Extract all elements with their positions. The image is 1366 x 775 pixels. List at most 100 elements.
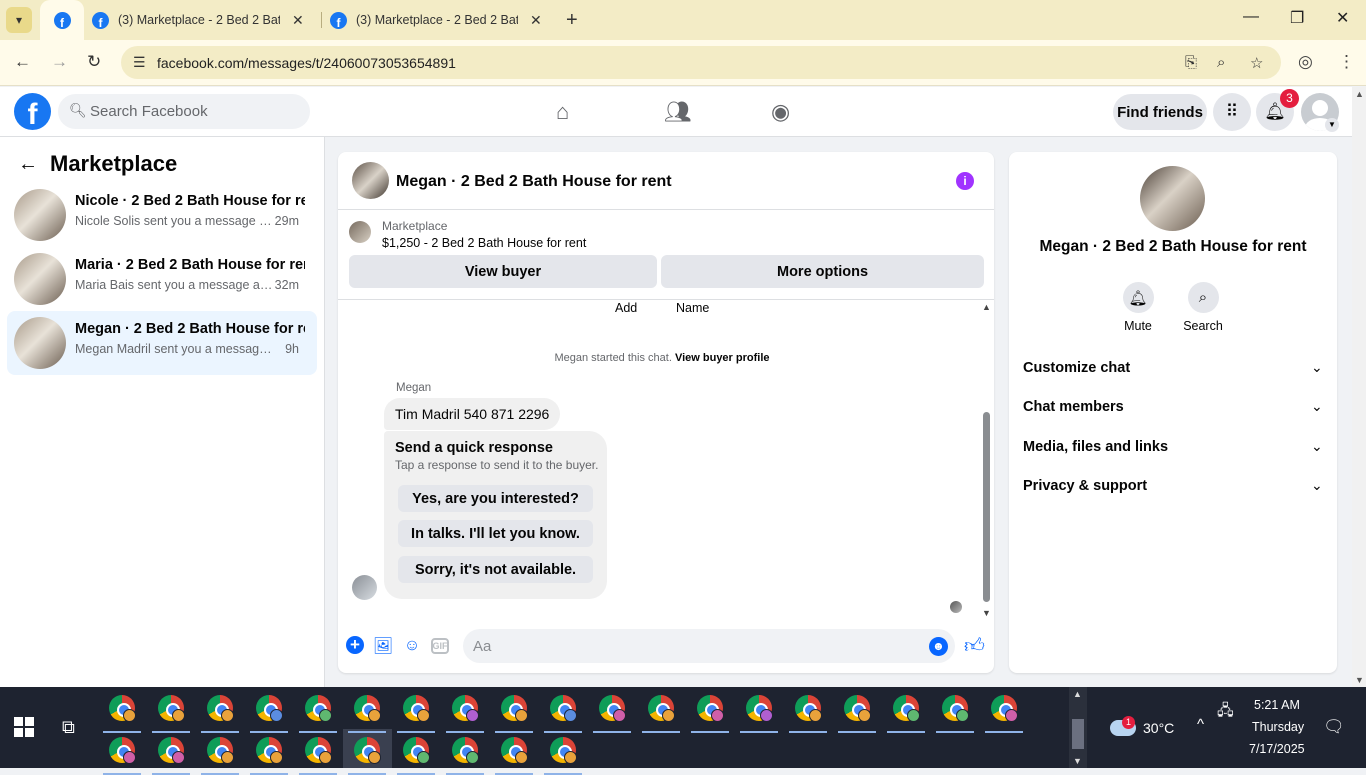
message-input[interactable] — [463, 629, 955, 663]
chrome-taskbar-icon[interactable] — [697, 695, 724, 722]
action-center-icon[interactable]: 🗨︎ — [1323, 717, 1345, 737]
privacy-support-row[interactable]: Privacy & support ⌄ — [1009, 468, 1337, 504]
chrome-taskbar-icon[interactable] — [795, 695, 822, 722]
chevron-down-icon[interactable]: ▼ — [1325, 118, 1339, 132]
conversation-item[interactable]: Nicole · 2 Bed 2 Bath House for rent Nic… — [7, 183, 317, 247]
back-arrow-icon[interactable]: ← — [18, 153, 38, 176]
groups-icon[interactable]: ◉ — [771, 99, 790, 125]
task-view-icon[interactable]: ⧉ — [62, 717, 75, 738]
chrome-taskbar-icon[interactable] — [452, 737, 479, 764]
chrome-taskbar-icon[interactable] — [403, 695, 430, 722]
chrome-taskbar-icon[interactable] — [893, 695, 920, 722]
media-files-links-row[interactable]: Media, files and links ⌄ — [1009, 429, 1337, 465]
chrome-taskbar-icon[interactable] — [550, 737, 577, 764]
tab-active[interactable]: f — [40, 0, 84, 40]
chat-members-row[interactable]: Chat members ⌄ — [1009, 389, 1337, 425]
scroll-down-icon[interactable]: ▼ — [982, 608, 991, 618]
profile-icon[interactable]: ◎ — [1298, 52, 1313, 72]
chrome-taskbar-icon[interactable] — [158, 737, 185, 764]
chrome-taskbar-icon[interactable] — [354, 737, 381, 764]
scroll-down-icon[interactable]: ▼ — [1355, 675, 1364, 685]
scroll-down-icon[interactable]: ▼ — [1073, 756, 1082, 766]
chrome-taskbar-icon[interactable] — [305, 695, 332, 722]
reload-icon[interactable]: ↻ — [87, 52, 101, 72]
chrome-taskbar-icon[interactable] — [109, 695, 136, 722]
restore-icon[interactable]: ❐ — [1290, 8, 1304, 28]
find-friends-button[interactable]: Find friends — [1113, 94, 1207, 130]
back-arrow-icon[interactable]: ← — [14, 52, 31, 72]
search-input[interactable] — [90, 94, 300, 129]
chrome-taskbar-icon[interactable] — [109, 737, 136, 764]
quick-reply-button[interactable]: Sorry, it's not available. — [398, 556, 593, 583]
chrome-taskbar-icon[interactable] — [648, 695, 675, 722]
windows-start-icon[interactable] — [14, 717, 34, 737]
clock-time[interactable]: 5:21 AM — [1254, 698, 1300, 712]
chrome-taskbar-icon[interactable] — [501, 695, 528, 722]
forward-arrow-icon[interactable]: → — [51, 52, 68, 72]
address-bar[interactable]: ☰ facebook.com/messages/t/24060073053654… — [121, 46, 1281, 79]
site-info-icon[interactable]: ☰ — [133, 54, 146, 71]
tray-expand-icon[interactable]: ^ — [1197, 716, 1204, 733]
install-app-icon[interactable]: ⎘ — [1185, 54, 1197, 71]
chat-scrollbar[interactable]: ▲ ▼ — [980, 300, 994, 618]
scrollbar-thumb[interactable] — [1072, 719, 1084, 749]
tab-marketplace-2[interactable]: f (3) Marketplace - 2 Bed 2 Bath House f… — [330, 0, 558, 40]
chrome-taskbar-icon[interactable] — [256, 695, 283, 722]
chrome-taskbar-icon[interactable] — [942, 695, 969, 722]
chrome-taskbar-icon[interactable] — [844, 695, 871, 722]
close-tab-icon[interactable]: ✕ — [530, 12, 542, 29]
info-icon[interactable]: i — [956, 172, 974, 190]
plus-icon[interactable]: + — [346, 635, 364, 654]
bookmark-star-icon[interactable]: ☆ — [1250, 54, 1263, 72]
emoji-icon[interactable]: ☻ — [929, 637, 948, 656]
clock-date[interactable]: 7/17/2025 — [1249, 742, 1305, 756]
home-icon[interactable]: ⌂ — [556, 99, 569, 125]
menu-grid-icon[interactable]: ⠿ — [1213, 93, 1251, 131]
gif-icon[interactable]: GIF — [431, 638, 449, 654]
photo-icon[interactable]: 🖼︎ — [373, 636, 393, 656]
tab-marketplace-1[interactable]: f (3) Marketplace - 2 Bed 2 Bath House f… — [92, 0, 320, 40]
page-scrollbar[interactable]: ▲ ▼ — [1352, 87, 1366, 687]
chat-title[interactable]: Megan · 2 Bed 2 Bath House for rent — [396, 173, 672, 191]
chrome-taskbar-icon[interactable] — [452, 695, 479, 722]
chrome-taskbar-icon[interactable] — [158, 695, 185, 722]
facebook-logo[interactable]: f — [14, 93, 51, 130]
scroll-up-icon[interactable]: ▲ — [1073, 689, 1082, 699]
tab-search-button[interactable]: ▾ — [6, 7, 32, 33]
chrome-taskbar-icon[interactable] — [746, 695, 773, 722]
chrome-taskbar-icon[interactable] — [256, 737, 283, 764]
close-window-icon[interactable]: ✕ — [1336, 8, 1349, 28]
conversation-item-selected[interactable]: Megan · 2 Bed 2 Bath House for re... Meg… — [7, 311, 317, 375]
view-buyer-button[interactable]: View buyer — [349, 255, 657, 288]
temperature[interactable]: 30°C — [1143, 720, 1174, 736]
zoom-icon[interactable]: ⌕ — [1217, 54, 1225, 71]
taskbar-scrollbar[interactable]: ▲ ▼ — [1069, 687, 1087, 768]
chrome-taskbar-icon[interactable] — [403, 737, 430, 764]
new-tab-button[interactable]: + — [566, 9, 578, 32]
chrome-taskbar-icon[interactable] — [550, 695, 577, 722]
search-chat-button[interactable]: ⌕ Search — [1173, 282, 1233, 333]
message-bubble[interactable]: Tim Madril 540 871 2296 — [384, 398, 561, 430]
more-options-button[interactable]: More options — [661, 255, 984, 288]
view-buyer-profile-link[interactable]: View buyer profile — [675, 352, 770, 364]
clock-day[interactable]: Thursday — [1252, 720, 1304, 734]
chrome-taskbar-icon[interactable] — [207, 737, 234, 764]
friends-icon[interactable]: 👥︎ — [664, 99, 692, 125]
browser-menu-icon[interactable]: ⋮ — [1338, 52, 1355, 72]
thumbs-up-icon[interactable]: 👍︎ — [964, 634, 985, 658]
minimize-icon[interactable]: — — [1243, 8, 1259, 26]
quick-reply-button[interactable]: In talks. I'll let you know. — [398, 520, 593, 547]
chat-avatar[interactable] — [352, 162, 389, 199]
scroll-up-icon[interactable]: ▲ — [1355, 89, 1364, 99]
chrome-taskbar-icon[interactable] — [207, 695, 234, 722]
listing-price[interactable]: $1,250 - 2 Bed 2 Bath House for rent — [382, 236, 586, 250]
close-tab-icon[interactable]: ✕ — [292, 12, 304, 29]
listing-thumbnail[interactable] — [349, 221, 371, 243]
mute-button[interactable]: 🔔︎ Mute — [1108, 282, 1168, 333]
chat-avatar-large[interactable] — [1140, 166, 1205, 231]
quick-reply-button[interactable]: Yes, are you interested? — [398, 485, 593, 512]
facebook-search[interactable]: 🔍︎ — [58, 94, 310, 129]
customize-chat-row[interactable]: Customize chat ⌄ — [1009, 350, 1337, 386]
scroll-up-icon[interactable]: ▲ — [982, 302, 991, 312]
scrollbar-thumb[interactable] — [983, 412, 990, 602]
